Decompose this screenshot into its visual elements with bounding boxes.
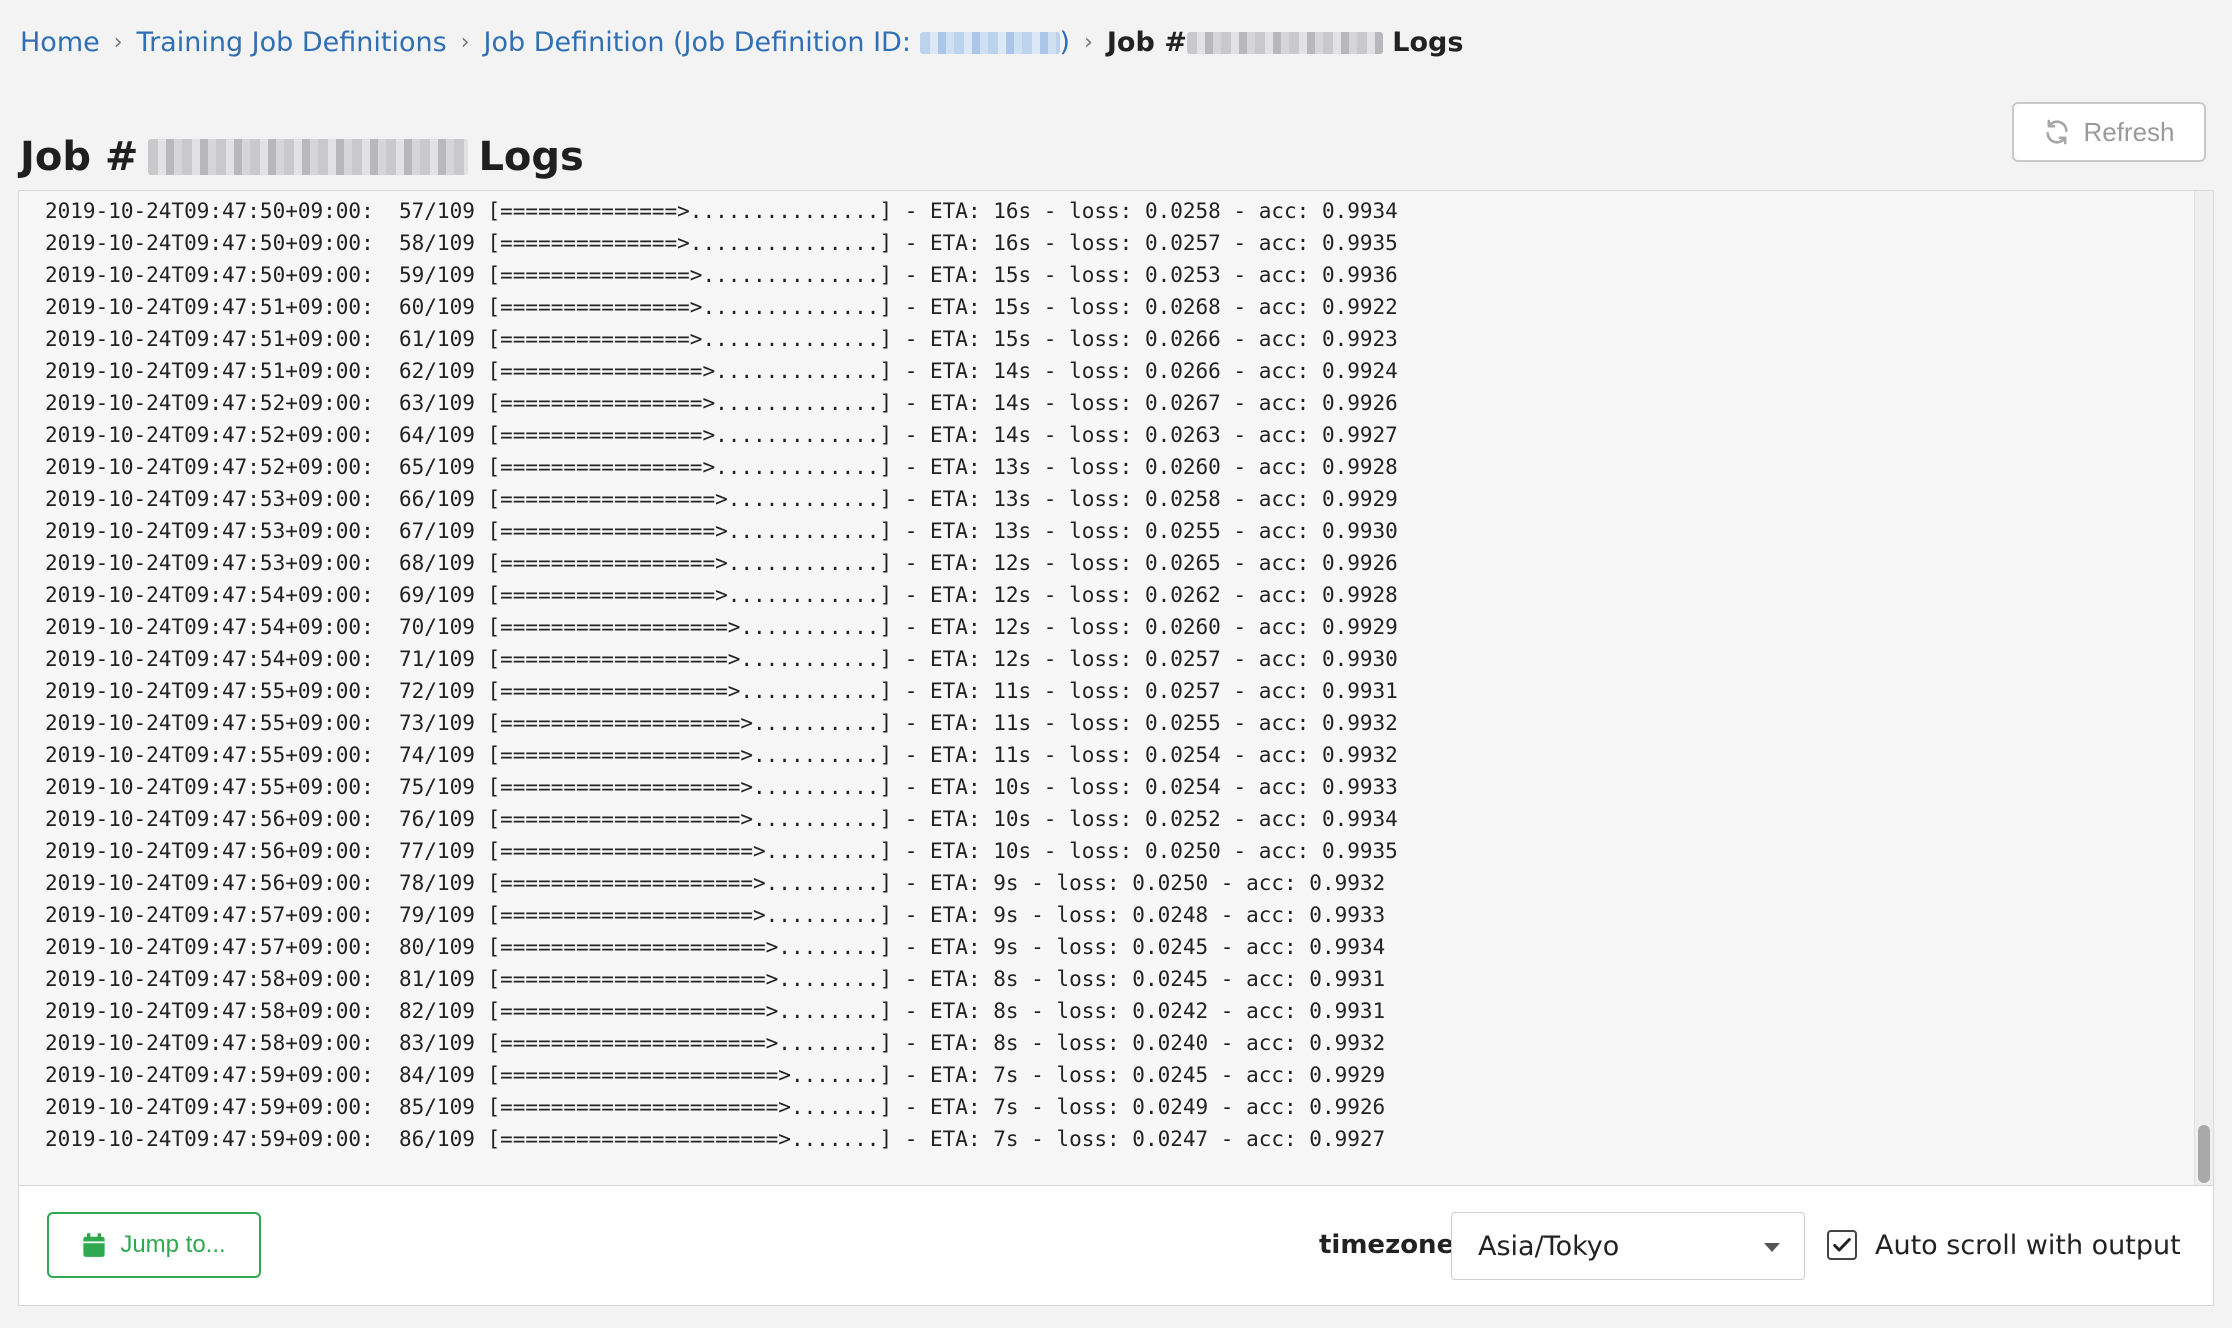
log-line: 2019-10-24T09:47:59+09:00: 86/109 [=====… xyxy=(45,1127,1386,1151)
log-line: 2019-10-24T09:47:59+09:00: 84/109 [=====… xyxy=(45,1063,1386,1087)
log-line: 2019-10-24T09:47:55+09:00: 73/109 [=====… xyxy=(45,711,1398,735)
timezone-select[interactable]: Asia/Tokyo xyxy=(1451,1212,1805,1280)
breadcrumb-current-suffix: Logs xyxy=(1392,26,1464,58)
jump-to-button[interactable]: Jump to... xyxy=(47,1212,261,1278)
refresh-icon xyxy=(2046,119,2069,145)
auto-scroll-checkbox[interactable] xyxy=(1827,1230,1857,1260)
log-line: 2019-10-24T09:47:55+09:00: 72/109 [=====… xyxy=(45,679,1398,703)
log-line: 2019-10-24T09:47:55+09:00: 74/109 [=====… xyxy=(45,743,1398,767)
log-line: 2019-10-24T09:47:50+09:00: 57/109 [=====… xyxy=(45,199,1398,223)
redacted-job-id xyxy=(1186,32,1383,54)
log-line: 2019-10-24T09:47:52+09:00: 63/109 [=====… xyxy=(45,391,1398,415)
caret-down-icon xyxy=(1764,1243,1780,1252)
log-output[interactable]: 2019-10-24T09:47:50+09:00: 57/109 [=====… xyxy=(19,191,2195,1185)
log-line: 2019-10-24T09:47:57+09:00: 80/109 [=====… xyxy=(45,935,1386,959)
log-line: 2019-10-24T09:47:55+09:00: 75/109 [=====… xyxy=(45,775,1398,799)
check-icon xyxy=(1833,1238,1851,1252)
log-line: 2019-10-24T09:47:58+09:00: 82/109 [=====… xyxy=(45,999,1386,1023)
log-line: 2019-10-24T09:47:50+09:00: 59/109 [=====… xyxy=(45,263,1398,287)
log-line: 2019-10-24T09:47:54+09:00: 69/109 [=====… xyxy=(45,583,1398,607)
log-panel: 2019-10-24T09:47:50+09:00: 57/109 [=====… xyxy=(18,190,2214,1186)
refresh-label: Refresh xyxy=(2083,116,2175,147)
breadcrumb-definitions-link[interactable]: Training Job Definitions xyxy=(137,27,447,58)
breadcrumb-home-link[interactable]: Home xyxy=(20,27,100,58)
log-line: 2019-10-24T09:47:58+09:00: 83/109 [=====… xyxy=(45,1031,1386,1055)
page-title: Job # Logs xyxy=(20,127,584,187)
redacted-job-id xyxy=(148,138,469,175)
page-title-prefix: Job # xyxy=(20,133,139,180)
breadcrumb-current-prefix: Job # xyxy=(1106,26,1187,58)
log-line: 2019-10-24T09:47:57+09:00: 79/109 [=====… xyxy=(45,903,1386,927)
log-line: 2019-10-24T09:47:51+09:00: 61/109 [=====… xyxy=(45,327,1398,351)
log-line: 2019-10-24T09:47:59+09:00: 85/109 [=====… xyxy=(45,1095,1386,1119)
log-footer: Jump to... timezone Asia/Tokyo Auto scro… xyxy=(18,1186,2214,1306)
log-line: 2019-10-24T09:47:56+09:00: 77/109 [=====… xyxy=(45,839,1398,863)
breadcrumb-job-definition-link[interactable]: Job Definition (Job Definition ID: ) xyxy=(484,27,1071,58)
timezone-select-value: Asia/Tokyo xyxy=(1478,1230,1620,1262)
breadcrumb-definition-suffix: ) xyxy=(1059,26,1071,58)
log-line: 2019-10-24T09:47:53+09:00: 67/109 [=====… xyxy=(45,519,1398,543)
auto-scroll-toggle[interactable]: Auto scroll with output xyxy=(1827,1212,2181,1278)
chevron-right-icon: › xyxy=(1084,29,1093,55)
timezone-label: timezone xyxy=(1319,1230,1455,1260)
log-line: 2019-10-24T09:47:58+09:00: 81/109 [=====… xyxy=(45,967,1386,991)
log-scrollbar-thumb[interactable] xyxy=(2198,1125,2210,1183)
chevron-right-icon: › xyxy=(113,29,123,55)
log-line: 2019-10-24T09:47:53+09:00: 68/109 [=====… xyxy=(45,551,1398,575)
log-line: 2019-10-24T09:47:51+09:00: 62/109 [=====… xyxy=(45,359,1398,383)
log-line: 2019-10-24T09:47:50+09:00: 58/109 [=====… xyxy=(45,231,1398,255)
breadcrumb-current: Job # Logs xyxy=(1107,27,1464,58)
jump-to-label: Jump to... xyxy=(120,1231,226,1258)
breadcrumb-definition-prefix: Job Definition (Job Definition ID: xyxy=(483,26,920,58)
log-line: 2019-10-24T09:47:56+09:00: 78/109 [=====… xyxy=(45,871,1386,895)
calendar-icon xyxy=(83,1233,105,1257)
breadcrumb: Home › Training Job Definitions › Job De… xyxy=(20,20,1463,64)
log-line: 2019-10-24T09:47:51+09:00: 60/109 [=====… xyxy=(45,295,1398,319)
chevron-right-icon: › xyxy=(460,29,470,55)
log-line: 2019-10-24T09:47:54+09:00: 70/109 [=====… xyxy=(45,615,1398,639)
log-line: 2019-10-24T09:47:56+09:00: 76/109 [=====… xyxy=(45,807,1398,831)
log-scrollbar[interactable] xyxy=(2194,191,2213,1185)
page-title-suffix: Logs xyxy=(478,133,584,180)
log-line: 2019-10-24T09:47:53+09:00: 66/109 [=====… xyxy=(45,487,1398,511)
auto-scroll-label: Auto scroll with output xyxy=(1875,1229,2181,1261)
redacted-definition-id xyxy=(919,32,1060,54)
log-line: 2019-10-24T09:47:54+09:00: 71/109 [=====… xyxy=(45,647,1398,671)
refresh-button[interactable]: Refresh xyxy=(2012,102,2206,162)
log-line: 2019-10-24T09:47:52+09:00: 64/109 [=====… xyxy=(45,423,1398,447)
log-line: 2019-10-24T09:47:52+09:00: 65/109 [=====… xyxy=(45,455,1398,479)
